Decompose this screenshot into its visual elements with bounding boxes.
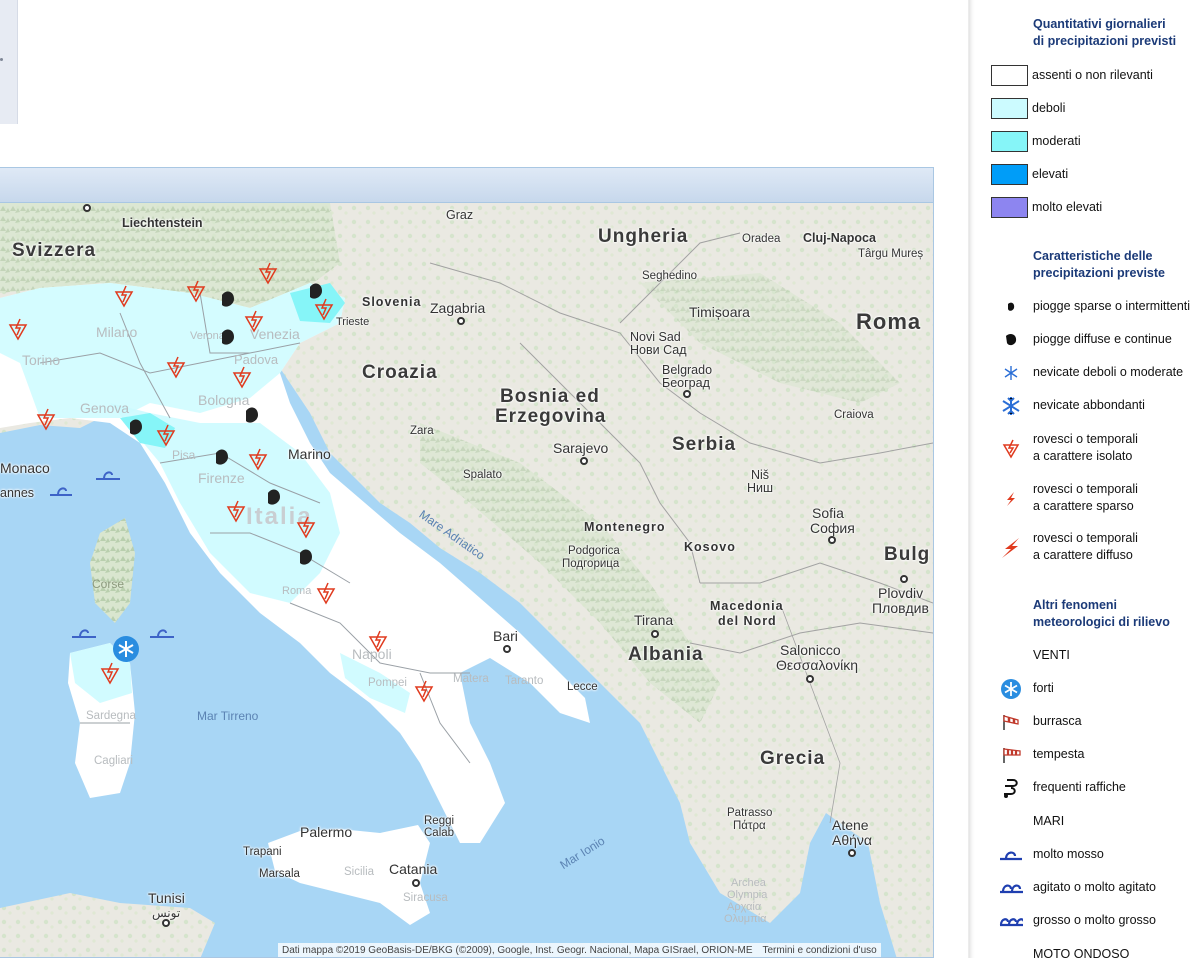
storm-isolated-icon: [100, 662, 120, 685]
wave-icon: [96, 471, 120, 480]
legend-title-characteristics: Caratteristiche delle precipitazioni pre…: [1033, 248, 1200, 282]
legend-title-other: Altri fenomeni meteorologici di rilievo: [1033, 597, 1200, 631]
rain-drop-icon: [130, 419, 142, 435]
storm-isolated-icon: [314, 298, 334, 321]
legend-label: piogge sparse o intermittenti: [1033, 299, 1191, 313]
wave-two-icon: [999, 877, 1023, 899]
storm-scattered-icon: [999, 488, 1023, 510]
gust-icon: [999, 777, 1023, 799]
rain-drop-icon: [216, 449, 228, 465]
legend-label: agitato o molto agitato: [1033, 880, 1156, 894]
storm-isolated-icon: [186, 280, 206, 303]
legend-label: assenti o non rilevanti: [1032, 67, 1153, 82]
legend-heading-venti: VENTI: [1033, 648, 1070, 662]
legend-label: frequenti raffiche: [1033, 780, 1126, 794]
legend-label: grosso o molto grosso: [1033, 913, 1156, 927]
map-panel-header: [0, 168, 933, 203]
snowflake-large-icon: [999, 395, 1023, 417]
legend-title-line: Caratteristiche delle: [1033, 249, 1153, 263]
wave-icon: [72, 629, 96, 638]
legend-heading-mari: MARI: [1033, 814, 1065, 828]
storm-isolated-icon: [368, 630, 388, 653]
storm-isolated-icon: [226, 500, 246, 523]
legend-label: nevicate deboli o moderate: [1033, 365, 1184, 379]
rain-drop-icon: [300, 549, 312, 565]
wind-strong-icon: [999, 678, 1023, 700]
legend-label: rovesci o temporali: [1033, 482, 1138, 496]
storm-isolated-icon: [414, 680, 434, 703]
legend-quantity-high: elevati: [991, 163, 1068, 185]
color-swatch: [991, 196, 1028, 218]
legend-label: rovesci o temporali: [1033, 531, 1138, 545]
wave-three-icon: [999, 910, 1023, 932]
drop-large-icon: [999, 329, 1023, 351]
page: Svizzera Ungheria Roma Croazia Bosnia ed…: [0, 0, 1200, 958]
drop-small-icon: [999, 296, 1023, 318]
legend-title-line: precipitazioni previste: [1033, 266, 1165, 280]
legend-quantity-very-high: molto elevati: [991, 196, 1102, 218]
legend-label: molto elevati: [1032, 199, 1103, 214]
windsock-storm-icon: [999, 744, 1023, 766]
tab-dot-icon: [0, 58, 3, 61]
windsock-gale-icon: [999, 711, 1023, 733]
legend-title-line: Altri fenomeni: [1033, 598, 1118, 612]
storm-isolated-icon: [296, 516, 316, 539]
legend-label: a carattere diffuso: [1033, 548, 1133, 562]
legend-quantity-weak: deboli: [991, 97, 1065, 119]
rain-drop-icon: [222, 329, 234, 345]
color-swatch: [991, 130, 1028, 152]
color-swatch: [991, 163, 1028, 185]
storm-isolated-icon: [316, 582, 336, 605]
storm-isolated-icon: [244, 310, 264, 333]
storm-isolated-icon: [232, 366, 252, 389]
storm-isolated-icon: [166, 356, 186, 379]
legend-label: piogge diffuse e continue: [1033, 332, 1172, 346]
legend-label: moderati: [1032, 133, 1081, 148]
terms-link[interactable]: Termini e condizioni d'uso: [763, 945, 877, 956]
legend-title-line: Quantitativi giornalieri: [1033, 17, 1166, 31]
color-swatch: [991, 64, 1028, 86]
rain-drop-icon: [310, 283, 322, 299]
wave-one-icon: [999, 844, 1023, 866]
rain-drop-icon: [246, 407, 258, 423]
rain-drop-icon: [222, 291, 234, 307]
legend-label: deboli: [1032, 100, 1066, 115]
legend-panel: Quantitativi giornalieri di precipitazio…: [968, 0, 1200, 958]
weather-markers: [8, 262, 434, 703]
storm-isolated-icon: [999, 438, 1023, 460]
storm-isolated-icon: [248, 448, 268, 471]
wind-strong-icon: [113, 636, 139, 662]
legend-heading-moto-ondoso: MOTO ONDOSO: [1033, 947, 1130, 958]
legend-title-line: di precipitazioni previsti: [1033, 34, 1177, 48]
legend-label: molto mosso: [1033, 847, 1104, 861]
legend-label: burrasca: [1033, 714, 1082, 728]
rain-drop-icon: [268, 489, 280, 505]
legend-label: elevati: [1032, 166, 1069, 181]
storm-widespread-icon: [999, 537, 1023, 559]
legend-label: forti: [1033, 681, 1054, 695]
legend-quantity-moderate: moderati: [991, 130, 1081, 152]
storm-isolated-icon: [114, 285, 134, 308]
legend-quantity-absent: assenti o non rilevanti: [991, 64, 1153, 86]
storm-isolated-icon: [258, 262, 278, 285]
storm-isolated-icon: [36, 408, 56, 431]
legend-label: a carattere sparso: [1033, 499, 1134, 513]
snowflake-small-icon: [999, 362, 1023, 384]
legend-label: rovesci o temporali: [1033, 432, 1138, 446]
storm-isolated-icon: [156, 424, 176, 447]
legend-label: tempesta: [1033, 747, 1085, 761]
color-swatch: [991, 97, 1028, 119]
map-panel: Svizzera Ungheria Roma Croazia Bosnia ed…: [0, 167, 934, 958]
legend-label: nevicate abbondanti: [1033, 398, 1145, 412]
weather-map[interactable]: Svizzera Ungheria Roma Croazia Bosnia ed…: [0, 203, 933, 957]
map-attribution: Dati mappa ©2019 GeoBasis-DE/BKG (©2009)…: [278, 943, 881, 957]
top-left-tab[interactable]: [0, 0, 18, 124]
legend-title-quantity: Quantitativi giornalieri di precipitazio…: [1033, 16, 1200, 50]
wave-icon: [50, 487, 72, 496]
legend-label: a carattere isolato: [1033, 449, 1133, 463]
storm-isolated-icon: [8, 318, 28, 341]
legend-title-line: meteorologici di rilievo: [1033, 615, 1170, 629]
attribution-text: Dati mappa ©2019 GeoBasis-DE/BKG (©2009)…: [282, 945, 753, 956]
wave-icon: [150, 629, 174, 638]
